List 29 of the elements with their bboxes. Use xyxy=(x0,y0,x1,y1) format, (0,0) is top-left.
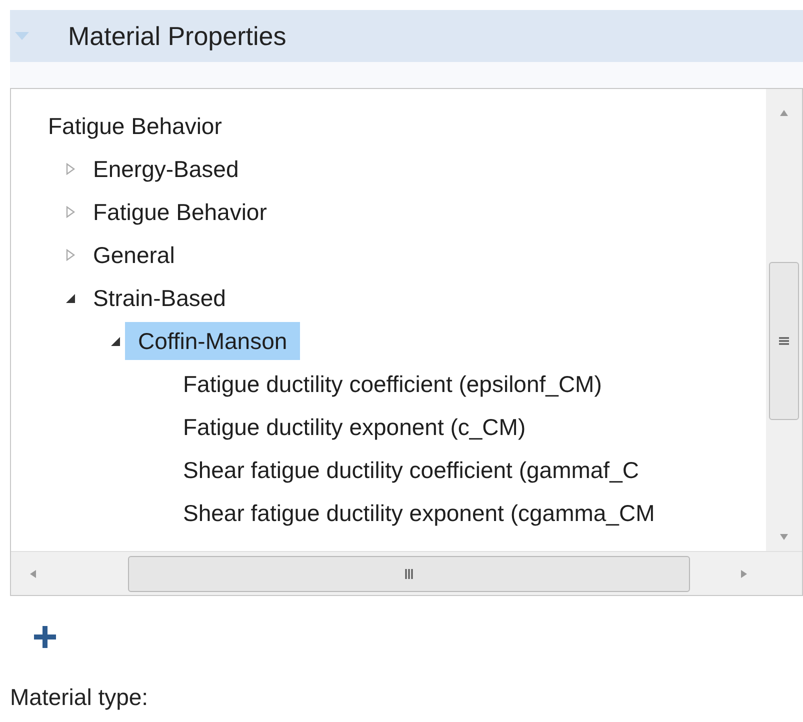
tree-item[interactable]: Fatigue Behavior xyxy=(48,106,222,144)
collapsed-triangle-icon[interactable] xyxy=(64,206,76,218)
grip-icon xyxy=(403,568,415,580)
section-header[interactable]: Material Properties xyxy=(10,10,803,62)
collapsed-triangle-icon[interactable] xyxy=(64,248,76,260)
expanded-triangle-icon[interactable] xyxy=(109,334,121,346)
grip-icon xyxy=(778,335,790,347)
plus-icon[interactable] xyxy=(32,624,58,650)
tree-item[interactable]: Strain-Based xyxy=(93,278,226,316)
tree-item[interactable]: Shear fatigue ductility exponent (cgamma_CM xyxy=(183,494,655,532)
scroll-right-icon[interactable] xyxy=(740,568,748,578)
tree-item[interactable]: Fatigue ductility coefficient (epsilonf_CM) xyxy=(183,364,602,402)
expanded-triangle-icon[interactable] xyxy=(64,292,76,304)
tree-item[interactable]: General xyxy=(93,236,175,274)
tree-item[interactable]: Coffin-Manson xyxy=(125,322,300,360)
scroll-left-icon[interactable] xyxy=(29,568,37,578)
section-title: Material Properties xyxy=(68,20,286,52)
scroll-thumb[interactable] xyxy=(769,262,799,420)
collapse-triangle-icon[interactable] xyxy=(14,30,30,42)
scroll-thumb[interactable] xyxy=(128,556,690,592)
vertical-scrollbar[interactable] xyxy=(766,89,802,551)
scroll-down-icon[interactable] xyxy=(779,533,789,541)
material-type-label: Material type: xyxy=(10,684,148,710)
collapsed-triangle-icon[interactable] xyxy=(64,162,76,174)
scroll-up-icon[interactable] xyxy=(779,109,789,117)
tree-item[interactable]: Shear fatigue ductility coefficient (gammaf_C xyxy=(183,450,639,488)
tree-item[interactable]: Energy-Based xyxy=(93,150,239,188)
tree-item[interactable]: Fatigue Behavior xyxy=(93,192,267,230)
tree-item[interactable]: Fatigue ductility exponent (c_CM) xyxy=(183,408,526,446)
